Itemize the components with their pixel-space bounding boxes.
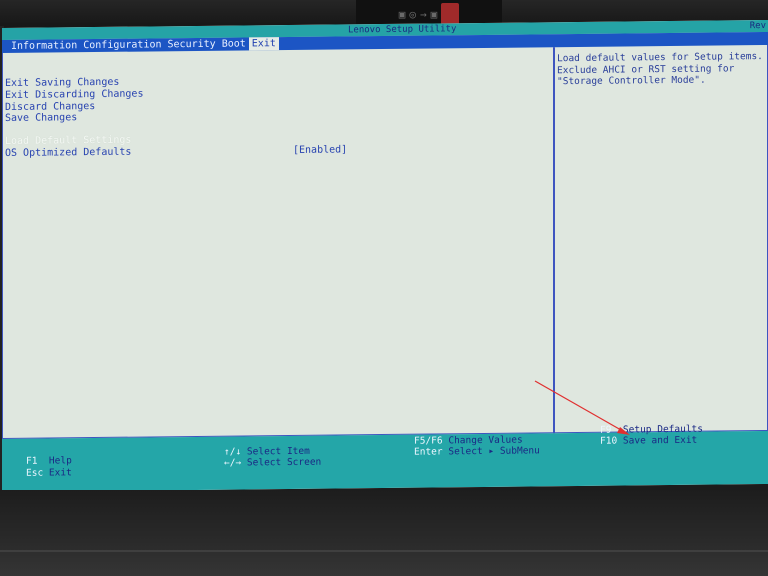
help-panel: Load default values for Setup items. Exc…: [554, 44, 768, 434]
f9-key: F9: [600, 424, 612, 436]
camera-icon: ▣: [430, 7, 438, 21]
tab-exit[interactable]: Exit: [248, 37, 279, 51]
privacy-shutter: [441, 3, 460, 25]
f5f6-key: F5/F6: [414, 435, 443, 447]
footer-select-screen: ←/→ Select Screen: [224, 457, 321, 469]
footer-select-submenu: Enter Select ▸ SubMenu: [414, 445, 540, 457]
f1-key: F1: [26, 455, 38, 467]
enter-label: Select ▸ SubMenu: [448, 445, 540, 458]
footer-select-item: ↑/↓ Select Item: [224, 446, 310, 458]
updown-key: ↑/↓: [224, 446, 242, 458]
f5f6-label: Change Values: [448, 434, 523, 447]
camera-icon: ▣: [398, 7, 406, 21]
footer-keys: F1 Help Esc Exit ↑/↓ Select Item ←/→ Sel…: [2, 424, 768, 492]
f9-label: Setup Defaults: [622, 423, 703, 436]
tab-information[interactable]: Information: [8, 39, 80, 53]
bios-screen: Lenovo Setup Utility Rev Information Con…: [2, 19, 768, 492]
updown-label: Select Item: [246, 445, 310, 458]
footer-help: F1 Help: [26, 455, 72, 466]
footer-save-exit: F10 Save and Exit: [600, 435, 697, 447]
enter-key: Enter: [414, 446, 443, 458]
footer-esc: Esc Exit: [26, 467, 72, 478]
leftright-key: ←/→: [224, 457, 242, 469]
leftright-label: Select Screen: [246, 456, 322, 469]
f10-label: Save and Exit: [622, 434, 698, 447]
laptop-base-edge: [0, 550, 768, 552]
options-panel: Exit Saving Changes Exit Discarding Chan…: [2, 47, 554, 439]
esc-key: Esc: [26, 467, 44, 479]
laptop-bezel-bottom: [0, 490, 768, 576]
options-list: Exit Saving Changes Exit Discarding Chan…: [5, 77, 347, 160]
option-exit-discarding-changes[interactable]: Exit Discarding Changes: [5, 88, 143, 101]
tab-security[interactable]: Security: [165, 38, 219, 52]
arrow-right-icon: →: [420, 7, 427, 21]
option-os-optimized-defaults[interactable]: OS Optimized Defaults [Enabled]: [5, 144, 347, 160]
f10-key: F10: [600, 435, 618, 447]
f1-label: Help: [48, 455, 72, 467]
title-right-text: Rev: [749, 20, 766, 32]
option-save-changes[interactable]: Save Changes: [5, 112, 143, 125]
option-os-optimized-defaults-label: OS Optimized Defaults: [5, 146, 132, 159]
tab-boot[interactable]: Boot: [219, 37, 249, 50]
tab-configuration[interactable]: Configuration: [80, 38, 164, 52]
os-optimized-defaults-value[interactable]: [Enabled]: [293, 144, 347, 156]
esc-label: Exit: [48, 467, 72, 479]
settings-icon: ◎: [409, 7, 416, 21]
